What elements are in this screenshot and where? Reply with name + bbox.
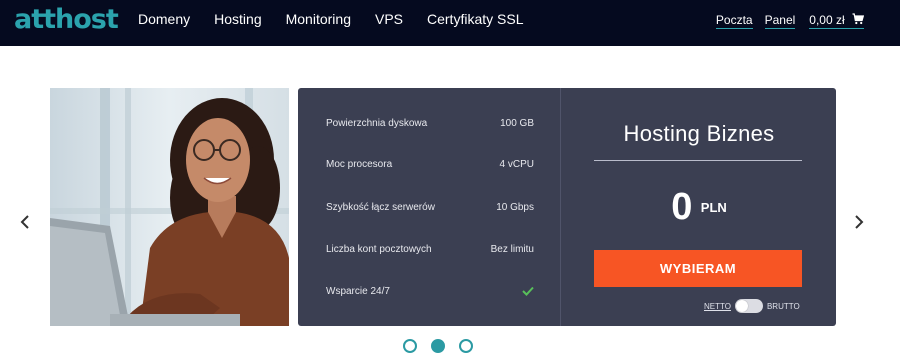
woman-with-laptop-image: [50, 88, 289, 326]
divider: [594, 160, 802, 161]
check-icon: [522, 286, 534, 296]
spec-label: Wsparcie 24/7: [326, 286, 390, 297]
nav-item-hosting[interactable]: Hosting: [214, 11, 261, 27]
cart-link[interactable]: 0,00 zł: [809, 13, 864, 29]
choose-plan-button[interactable]: WYBIERAM: [594, 250, 802, 287]
chevron-left-icon[interactable]: [19, 214, 31, 230]
carousel-pagination: [403, 339, 473, 353]
carousel-dot-2[interactable]: [431, 339, 445, 353]
netto-brutto-toggle: NETTO BRUTTO: [704, 299, 800, 313]
spec-row-support: Wsparcie 24/7: [326, 286, 534, 297]
plan-offer: Hosting Biznes 0 PLN WYBIERAM NETTO BRUT…: [562, 88, 836, 326]
spec-label: Szybkość łącz serwerów: [326, 202, 435, 213]
spec-value: 4 vCPU: [499, 159, 534, 170]
spec-value: 100 GB: [500, 118, 534, 129]
cart-total: 0,00 zł: [809, 13, 845, 27]
switch-knob: [735, 300, 748, 312]
spec-row-network: Szybkość łącz serwerów 10 Gbps: [326, 202, 534, 213]
plan-price: 0 PLN: [562, 186, 836, 229]
price-type-switch[interactable]: [734, 299, 763, 313]
shopping-cart-icon: [852, 13, 864, 25]
price-currency: PLN: [700, 200, 727, 215]
hero-photo: [50, 88, 289, 326]
price-amount: 0: [671, 186, 693, 228]
nav-item-certyfikaty-ssl[interactable]: Certyfikaty SSL: [427, 11, 523, 27]
plan-card: Powierzchnia dyskowa 100 GB Moc procesor…: [298, 88, 836, 326]
spec-value: Bez limitu: [490, 244, 534, 255]
top-navigation-bar: atthost Domeny Hosting Monitoring VPS Ce…: [0, 0, 900, 46]
nav-item-vps[interactable]: VPS: [375, 11, 403, 27]
atthost-logo[interactable]: atthost: [14, 4, 119, 35]
plan-specs: Powierzchnia dyskowa 100 GB Moc procesor…: [298, 88, 561, 326]
mail-link[interactable]: Poczta: [715, 13, 753, 29]
spec-label: Moc procesora: [326, 159, 393, 170]
spec-label: Powierzchnia dyskowa: [326, 118, 428, 129]
account-nav: Poczta Panel 0,00 zł: [704, 13, 864, 29]
netto-label[interactable]: NETTO: [704, 302, 731, 311]
nav-item-monitoring[interactable]: Monitoring: [286, 11, 351, 27]
spec-label: Liczba kont pocztowych: [326, 244, 432, 255]
spec-value: 10 Gbps: [496, 202, 534, 213]
chevron-right-icon[interactable]: [853, 214, 865, 230]
brutto-label[interactable]: BRUTTO: [767, 302, 800, 311]
plan-name: Hosting Biznes: [623, 121, 775, 146]
main-nav: Domeny Hosting Monitoring VPS Certyfikat…: [138, 11, 547, 27]
nav-item-domeny[interactable]: Domeny: [138, 11, 190, 27]
spec-row-disk: Powierzchnia dyskowa 100 GB: [326, 118, 534, 129]
spec-row-cpu: Moc procesora 4 vCPU: [326, 159, 534, 170]
carousel-dot-1[interactable]: [403, 339, 417, 353]
panel-link[interactable]: Panel: [764, 13, 796, 29]
carousel-dot-3[interactable]: [459, 339, 473, 353]
spec-row-mailboxes: Liczba kont pocztowych Bez limitu: [326, 244, 534, 255]
